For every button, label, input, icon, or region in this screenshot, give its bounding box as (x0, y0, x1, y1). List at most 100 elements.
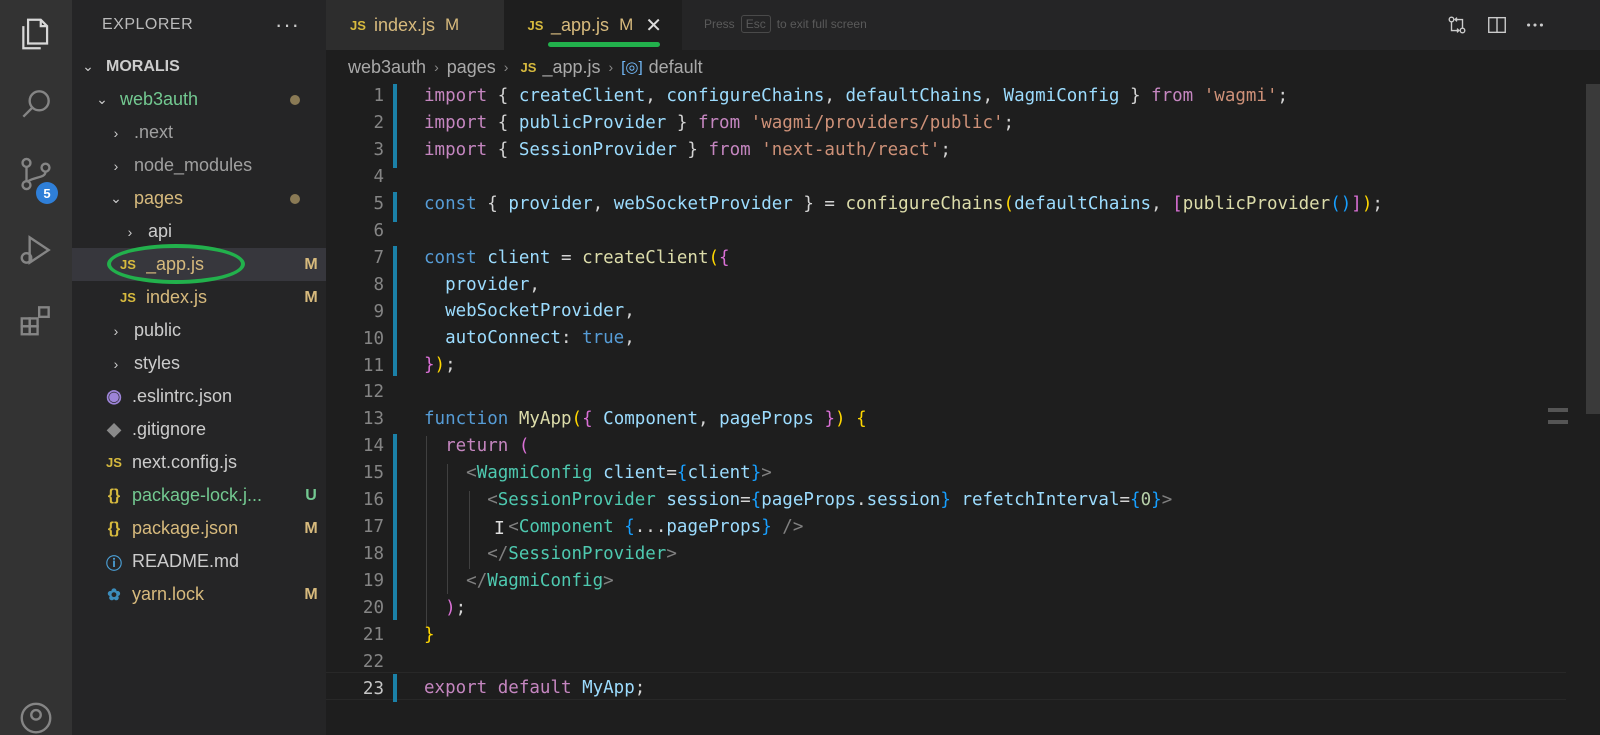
code-line-10: autoConnect: true, (445, 328, 635, 348)
breadcrumb-item[interactable]: default (649, 57, 703, 78)
line-number: 4 (373, 166, 384, 187)
tree-label: .eslintrc.json (132, 386, 233, 406)
tab-index-js[interactable]: JS index.js M (326, 0, 504, 50)
code-line-21: } (424, 625, 435, 645)
scm-badge: 5 (36, 182, 58, 204)
modified-dot-icon (290, 94, 300, 105)
compare-changes-icon[interactable] (1444, 12, 1470, 38)
breadcrumb-item[interactable]: web3auth (348, 57, 426, 78)
chevron-right-icon: › (113, 322, 119, 339)
fullscreen-hint: Press Esc to exit full screen (704, 15, 867, 33)
gutter-change-marker (393, 84, 397, 168)
tab-label: _app.js (551, 14, 610, 35)
git-status-badge: M (304, 519, 318, 537)
extensions-icon[interactable] (14, 298, 58, 342)
tree-folder-web3auth[interactable]: ⌄ web3auth (72, 83, 326, 116)
tree-label: yarn.lock (132, 584, 205, 604)
code-line-19: </WagmiConfig> (466, 571, 614, 591)
tree-folder-public[interactable]: › public (72, 314, 326, 347)
line-number: 2 (373, 112, 384, 133)
code-line-14: return ( (445, 436, 530, 456)
gutter-change-marker (393, 246, 397, 376)
tree-folder-styles[interactable]: › styles (72, 347, 326, 380)
line-number: 6 (373, 220, 384, 241)
line-number: 22 (362, 651, 384, 672)
tree-folder-node-modules[interactable]: › node_modules (72, 149, 326, 182)
tree-file-yarn-lock[interactable]: ✿ yarn.lock M (72, 578, 326, 611)
tree-file-gitignore[interactable]: ◆ .gitignore (72, 413, 326, 446)
code-line-18: </SessionProvider> (487, 544, 677, 564)
tree-file-package-json[interactable]: {} package.json M (72, 512, 326, 545)
info-icon: ⓘ (105, 555, 122, 573)
overview-ruler-mark (1548, 408, 1568, 412)
hint-rest: to exit full screen (776, 17, 867, 31)
git-status-badge: U (305, 486, 317, 504)
code-line-20: ); (445, 598, 467, 618)
line-number: 19 (362, 571, 384, 592)
code-editor[interactable]: 1 2 3 4 5 6 7 8 9 10 11 12 13 14 15 16 17 18 19 20 21 22 23 im… (326, 84, 1600, 735)
tree-folder-pages[interactable]: ⌄ pages (72, 182, 326, 215)
tree-label: styles (134, 353, 181, 373)
line-number: 23 (362, 678, 384, 699)
tree-label: pages (134, 188, 184, 208)
line-number: 13 (362, 409, 384, 430)
tree-file-readme[interactable]: ⓘ README.md (72, 545, 326, 578)
tree-file-next-config[interactable]: JS next.config.js (72, 446, 326, 479)
hint-press: Press (704, 17, 735, 31)
chevron-right-icon: › (127, 223, 133, 240)
activity-bar: 5 (0, 0, 72, 735)
line-number: 11 (362, 355, 384, 376)
chevron-right-icon: › (503, 59, 509, 75)
line-number: 14 (362, 436, 384, 457)
code-line-9: webSocketProvider, (445, 301, 635, 321)
more-actions-icon[interactable] (1522, 12, 1548, 38)
tree-file-package-lock[interactable]: {} package-lock.j... U (72, 479, 326, 512)
account-icon[interactable] (14, 696, 58, 735)
code-line-15: <WagmiConfig client={client}> (466, 463, 772, 483)
line-number: 12 (362, 382, 384, 403)
code-line-5: const { provider, webSocketProvider } = … (424, 194, 1383, 214)
code-line-23: export default MyApp; (424, 678, 646, 698)
breadcrumb-item[interactable]: pages (447, 57, 496, 78)
tree-label: MORALIS (106, 57, 180, 75)
breadcrumb-item[interactable]: _app.js (542, 57, 600, 78)
chevron-down-icon: ⌄ (82, 58, 94, 74)
line-number: 10 (362, 328, 384, 349)
modified-dot-icon (290, 193, 300, 204)
tree-folder-api[interactable]: › api (72, 215, 326, 248)
run-debug-icon[interactable] (14, 228, 58, 272)
workspace-root[interactable]: ⌄ MORALIS (72, 50, 326, 83)
json-file-icon: {} (107, 519, 121, 537)
tree-folder-next[interactable]: › .next (72, 116, 326, 149)
tab-status: M (445, 15, 460, 34)
code-line-2: import { publicProvider } from 'wagmi/pr… (424, 113, 1015, 133)
symbol-icon: [◎] (621, 59, 643, 76)
annotation-circle (107, 244, 245, 284)
more-actions-icon[interactable]: ··· (275, 12, 300, 38)
tree-file-index-js[interactable]: JS index.js M (72, 281, 326, 314)
mouse-cursor-icon: I (494, 518, 505, 539)
explorer-title: EXPLORER (102, 16, 194, 33)
git-icon: ◆ (107, 419, 121, 439)
gutter-change-marker (393, 434, 397, 620)
tree-file-eslintrc[interactable]: ◉ .eslintrc.json (72, 380, 326, 413)
line-number: 17 (362, 517, 384, 538)
files-icon[interactable] (14, 12, 58, 56)
code-line-13: function MyApp({ Component, pageProps })… (424, 409, 867, 429)
scrollbar-thumb[interactable] (1586, 84, 1600, 414)
annotation-underline (548, 42, 660, 47)
split-editor-icon[interactable] (1484, 12, 1510, 38)
close-icon[interactable]: ✕ (645, 13, 662, 38)
code-line-8: provider, (445, 275, 540, 295)
breadcrumb: web3auth › pages › JS _app.js › [◎] defa… (326, 50, 1600, 84)
line-number: 7 (373, 247, 384, 268)
search-icon[interactable] (14, 82, 58, 126)
line-number: 21 (362, 625, 384, 645)
tree-label: index.js (146, 287, 208, 307)
json-file-icon: {} (107, 486, 121, 504)
chevron-right-icon: › (608, 59, 614, 75)
chevron-down-icon: ⌄ (96, 91, 108, 107)
chevron-right-icon: › (113, 124, 119, 141)
code-line-1: import { createClient, configureChains, … (424, 86, 1289, 106)
eslint-icon: ◉ (106, 386, 122, 406)
